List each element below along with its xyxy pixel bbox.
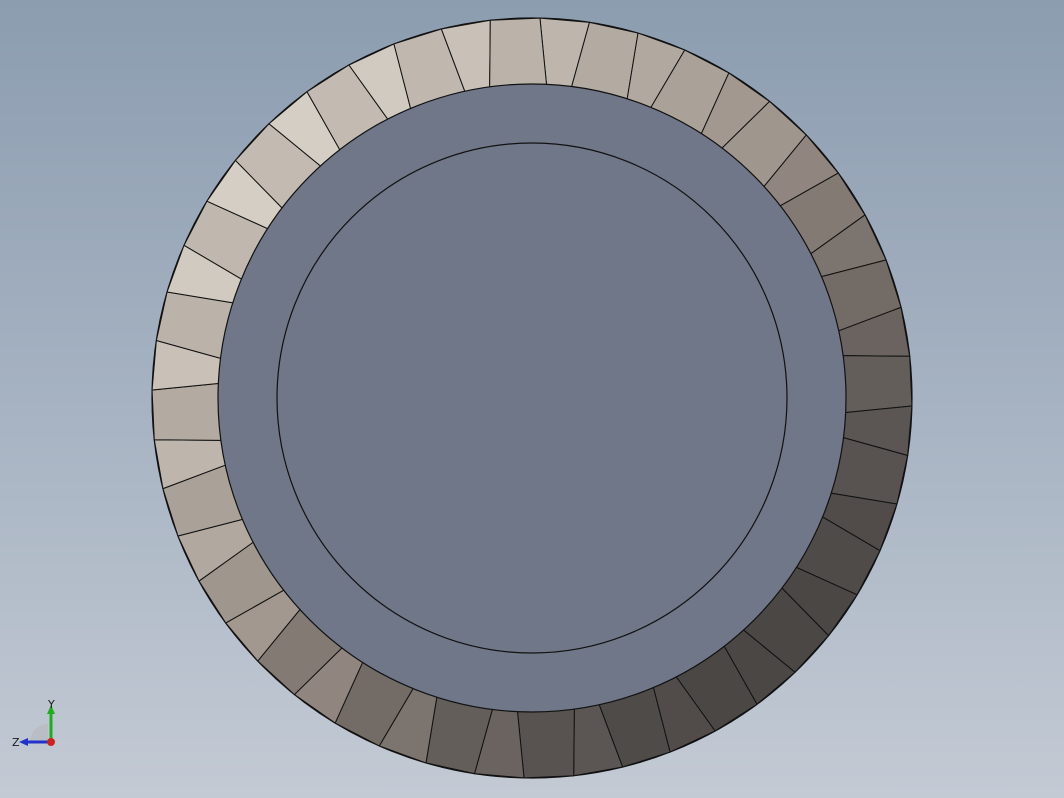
z-axis-arrow-icon — [19, 738, 28, 746]
y-axis-label: Y — [47, 698, 55, 711]
gear-hub-face — [217, 83, 847, 713]
graphics-viewport[interactable] — [0, 0, 1064, 798]
gear-tooth-gap — [151, 382, 224, 441]
gear-tooth-gap — [516, 706, 575, 779]
origin-dot-icon — [47, 738, 55, 746]
coordinate-triad: Y Z — [12, 698, 55, 749]
gear-tooth-gap — [489, 17, 548, 90]
triad-plane-icon — [30, 724, 48, 742]
gear-tooth-gap — [840, 355, 913, 414]
z-axis-label: Z — [12, 736, 20, 749]
gear-model[interactable] — [151, 17, 913, 779]
